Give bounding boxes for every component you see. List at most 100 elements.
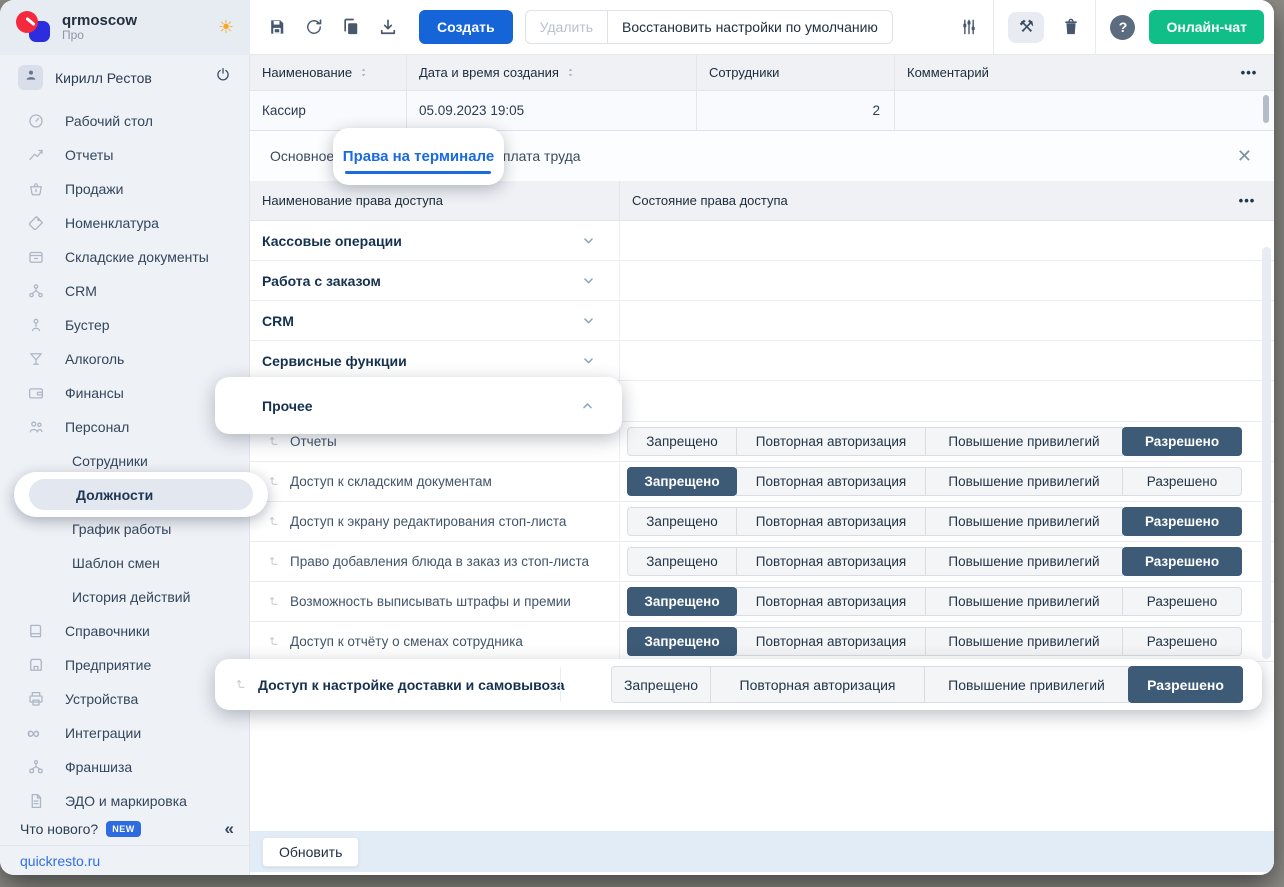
refresh-icon[interactable]	[304, 17, 324, 37]
column-settings-sliders-icon[interactable]	[959, 17, 979, 37]
state-option[interactable]: Разрешено	[1122, 547, 1242, 576]
column-divider	[619, 221, 620, 706]
sidebar-item[interactable]: Финансы	[0, 376, 250, 410]
state-option[interactable]: Разрешено	[1122, 627, 1242, 656]
tab-terminal-rights[interactable]: Права на терминале	[343, 148, 494, 165]
state-option[interactable]: Повышение привилегий	[925, 587, 1123, 616]
state-option[interactable]: Повторная авторизация	[736, 507, 926, 536]
state-option[interactable]: Повышение привилегий	[925, 507, 1123, 536]
update-button[interactable]: Обновить	[262, 837, 359, 867]
trash-icon[interactable]	[1061, 17, 1081, 37]
state-option[interactable]: Повторная авторизация	[736, 587, 926, 616]
theme-toggle-sun-icon[interactable]: ☀	[218, 17, 234, 38]
sidebar-item[interactable]: График работы	[0, 512, 250, 546]
permissions-scrollbar[interactable]	[1262, 247, 1271, 659]
category-name-cell: Кассовые операции	[250, 232, 619, 249]
basket-icon	[27, 180, 45, 198]
spotlight-category-other[interactable]: Прочее	[215, 377, 622, 434]
state-option[interactable]: Запрещено	[627, 587, 737, 616]
state-option[interactable]: Повышение привилегий	[924, 666, 1129, 703]
permission-name-cell: Возможность выписывать штрафы и премии	[250, 594, 619, 609]
sidebar-item[interactable]: ∞Интеграции	[0, 716, 250, 750]
roles-scrollbar[interactable]	[1263, 95, 1269, 123]
state-option[interactable]: Повторная авторизация	[736, 547, 926, 576]
state-option[interactable]: Повторная авторизация	[736, 627, 926, 656]
whats-new-link[interactable]: Что нового?	[20, 821, 98, 837]
column-header[interactable]: Сотрудники	[696, 55, 894, 90]
state-option[interactable]: Повторная авторизация	[710, 666, 925, 703]
sidebar-item[interactable]: Шаблон смен	[0, 546, 250, 580]
spotlight-tab-terminal-rights: Права на терминале	[333, 128, 504, 185]
permission-category-row[interactable]: CRM	[250, 301, 1274, 341]
state-option[interactable]: Запрещено	[627, 427, 737, 456]
sidebar-item[interactable]: Устройства	[0, 682, 250, 716]
sidebar-item[interactable]: Справочники	[0, 614, 250, 648]
chevron-up-icon[interactable]	[579, 397, 596, 414]
state-option[interactable]: Повторная авторизация	[736, 467, 926, 496]
permissions-more-icon[interactable]: •••	[1220, 181, 1274, 220]
tab-payroll[interactable]: Оплата труда	[492, 131, 581, 181]
sidebar-item[interactable]: Алкоголь	[0, 342, 250, 376]
export-download-icon[interactable]	[378, 17, 398, 37]
sidebar-item[interactable]: CRM	[0, 274, 250, 308]
sidebar-item[interactable]: Номенклатура	[0, 206, 250, 240]
state-option[interactable]: Запрещено	[627, 627, 737, 656]
sidebar-item[interactable]: Персонал	[0, 410, 250, 444]
column-header-label: Комментарий	[907, 65, 989, 80]
state-option[interactable]: Разрешено	[1122, 427, 1242, 456]
duplicate-icon[interactable]	[341, 17, 361, 37]
sidebar-item[interactable]: Рабочий стол	[0, 104, 250, 138]
sidebar-item[interactable]: ЭДО и маркировка	[0, 784, 250, 818]
state-option[interactable]: Повышение привилегий	[925, 467, 1123, 496]
state-option[interactable]: Запрещено	[627, 507, 737, 536]
state-option[interactable]: Повышение привилегий	[925, 627, 1123, 656]
state-option[interactable]: Запрещено	[627, 467, 737, 496]
state-option[interactable]: Запрещено	[611, 666, 711, 703]
sidebar-item[interactable]: Франшиза	[0, 750, 250, 784]
sidebar-item[interactable]: Бустер	[0, 308, 250, 342]
state-option[interactable]: Повторная авторизация	[736, 427, 926, 456]
roles-more-icon[interactable]: •••	[1224, 55, 1274, 90]
tools-button[interactable]: ⚒	[1008, 12, 1044, 43]
help-button[interactable]: ?	[1110, 15, 1135, 40]
permission-name-cell: Право добавления блюда в заказ из стоп-л…	[250, 554, 619, 569]
create-button[interactable]: Создать	[419, 10, 513, 44]
quickresto-site-link[interactable]: quickresto.ru	[20, 853, 100, 869]
collapse-sidebar-icon[interactable]: «	[225, 819, 234, 839]
category-label[interactable]: Прочее	[262, 398, 313, 414]
online-chat-button[interactable]: Онлайн-чат	[1149, 10, 1264, 44]
state-option[interactable]: Запрещено	[627, 547, 737, 576]
permission-category-row[interactable]: Сервисные функции	[250, 341, 1274, 381]
logout-power-icon[interactable]	[214, 66, 232, 89]
delete-button[interactable]: Удалить	[525, 10, 608, 44]
permission-category-row[interactable]: Работа с заказом	[250, 261, 1274, 301]
roles-table-row[interactable]: Кассир05.09.2023 19:052	[250, 91, 1274, 131]
category-name-cell: CRM	[250, 312, 619, 329]
tab-main[interactable]: Основное	[270, 131, 334, 181]
sidebar-item[interactable]: История действий	[0, 580, 250, 614]
subitem-arrow-icon	[268, 514, 283, 529]
sidebar-item[interactable]: Складские документы	[0, 240, 250, 274]
restore-defaults-button[interactable]: Восстановить настройки по умолчанию	[607, 10, 893, 44]
state-option[interactable]: Повышение привилегий	[925, 427, 1123, 456]
column-header-label: Сотрудники	[709, 65, 779, 80]
sidebar-item[interactable]: Продажи	[0, 172, 250, 206]
sidebar-item[interactable]: Предприятие	[0, 648, 250, 682]
column-header[interactable]: Дата и время создания	[406, 55, 696, 90]
role-name-cell: Кассир	[250, 91, 406, 130]
column-header[interactable]: Комментарий	[894, 55, 1224, 90]
save-icon[interactable]	[267, 17, 287, 37]
sidebar-item[interactable]: Отчеты	[0, 138, 250, 172]
permission-category-row[interactable]: Кассовые операции	[250, 221, 1274, 261]
state-option[interactable]: Повышение привилегий	[925, 547, 1123, 576]
column-header[interactable]: Наименование	[250, 55, 406, 90]
state-option[interactable]: Разрешено	[1122, 467, 1242, 496]
close-panel-icon[interactable]: ✕	[1237, 131, 1252, 181]
permission-row: Право добавления блюда в заказ из стоп-л…	[250, 542, 1274, 582]
sidebar-item-active[interactable]: Должности	[29, 479, 253, 510]
state-option[interactable]: Разрешено	[1128, 666, 1243, 703]
state-option[interactable]: Разрешено	[1122, 587, 1242, 616]
role-comment-cell	[894, 91, 1224, 130]
state-option[interactable]: Разрешено	[1122, 507, 1242, 536]
permissions-table-header: Наименование права доступа Состояние пра…	[250, 181, 1274, 221]
